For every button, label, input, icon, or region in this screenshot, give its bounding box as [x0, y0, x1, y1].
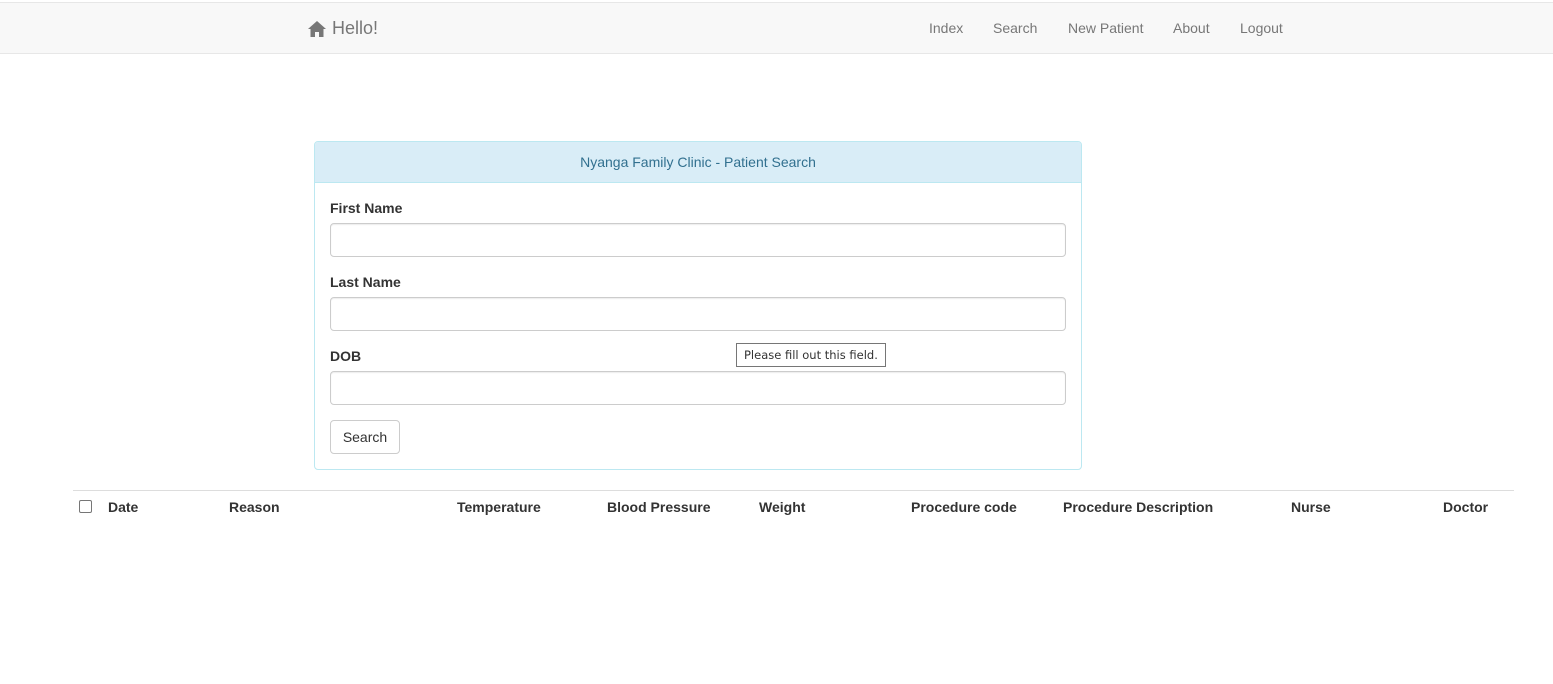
column-header-temperature: Temperature	[457, 499, 541, 515]
dob-label: DOB	[330, 348, 362, 364]
last-name-label: Last Name	[330, 274, 401, 290]
nav-link-index[interactable]: Index	[929, 20, 963, 36]
brand-label: Hello!	[332, 18, 379, 38]
nav-link-logout[interactable]: Logout	[1240, 20, 1283, 36]
column-header-blood-pressure: Blood Pressure	[607, 499, 711, 515]
last-name-input[interactable]	[330, 297, 1066, 331]
home-icon	[307, 19, 327, 39]
results-table: Date Reason Temperature Blood Pressure W…	[73, 490, 1514, 515]
brand-home-link[interactable]: Hello!	[307, 18, 378, 39]
nav-link-search[interactable]: Search	[993, 20, 1037, 36]
search-button[interactable]: Search	[330, 420, 400, 454]
panel-title: Nyanga Family Clinic - Patient Search	[315, 142, 1081, 183]
nav-link-about[interactable]: About	[1173, 20, 1210, 36]
column-header-reason: Reason	[229, 499, 280, 515]
dob-input[interactable]	[330, 371, 1066, 405]
patient-search-panel: Nyanga Family Clinic - Patient Search Fi…	[314, 141, 1082, 470]
navbar: Hello! Index Search New Patient About Lo…	[0, 2, 1553, 54]
column-header-procedure-code: Procedure code	[911, 499, 1017, 515]
column-header-nurse: Nurse	[1291, 499, 1331, 515]
nav-link-new-patient[interactable]: New Patient	[1068, 20, 1143, 36]
validation-tooltip: Please fill out this field.	[736, 343, 886, 367]
column-header-date: Date	[108, 499, 139, 515]
first-name-input[interactable]	[330, 223, 1066, 257]
column-header-procedure-description: Procedure Description	[1063, 499, 1214, 515]
first-name-label: First Name	[330, 200, 403, 216]
column-header-doctor: Doctor	[1443, 499, 1489, 515]
column-header-weight: Weight	[759, 499, 806, 515]
select-all-checkbox[interactable]	[79, 500, 92, 513]
